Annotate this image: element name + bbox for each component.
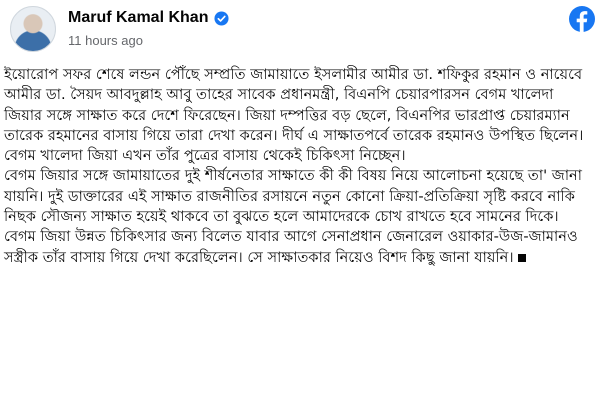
author-name[interactable]: Maruf Kamal Khan bbox=[68, 9, 208, 27]
post-header: Maruf Kamal Khan 11 hours ago bbox=[10, 6, 595, 52]
post-paragraph: ইয়োরোপ সফর শেষে লন্ডন পৌঁছে সম্প্রতি জা… bbox=[4, 66, 584, 165]
post-paragraph-text: বেগম জিয়া উন্নত চিকিৎসার জন্য বিলেত যাব… bbox=[4, 228, 578, 266]
post-paragraph: বেগম জিয়ার সঙ্গে জামায়াতের দুই শীর্ষনে… bbox=[4, 167, 582, 226]
author-row: Maruf Kamal Khan bbox=[68, 9, 229, 27]
avatar[interactable] bbox=[10, 6, 56, 52]
post-timestamp[interactable]: 11 hours ago bbox=[68, 33, 143, 48]
end-mark-icon bbox=[517, 253, 526, 262]
post-paragraph: বেগম জিয়া উন্নত চিকিৎসার জন্য বিলেত যাব… bbox=[4, 227, 596, 268]
post-body: ইয়োরোপ সফর শেষে লন্ডন পৌঁছে সম্প্রতি জা… bbox=[4, 65, 596, 268]
facebook-logo-icon bbox=[569, 6, 595, 32]
verified-badge-icon bbox=[214, 10, 229, 26]
